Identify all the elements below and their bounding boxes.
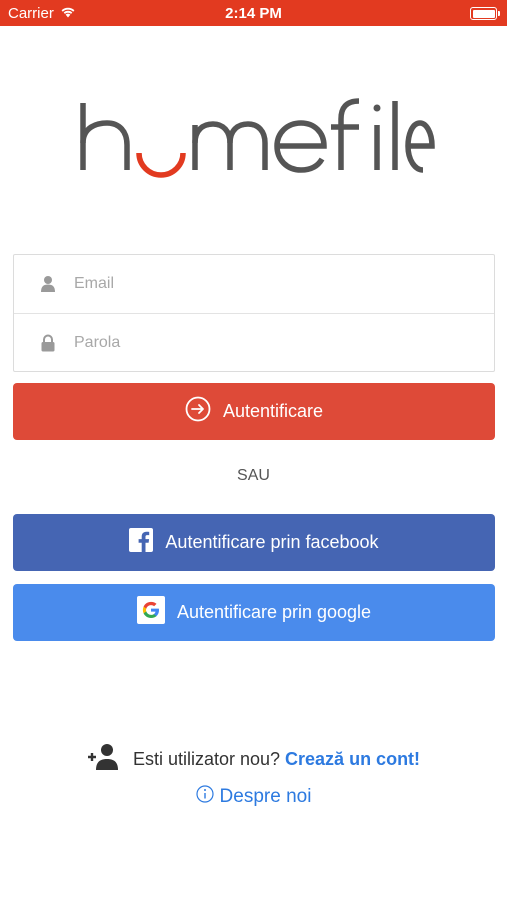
add-user-icon — [87, 743, 123, 776]
google-login-label: Autentificare prin google — [176, 602, 372, 622]
password-field[interactable] — [74, 314, 474, 371]
homefile-logo — [75, 95, 435, 180]
email-field[interactable] — [74, 255, 474, 313]
facebook-icon — [129, 528, 154, 557]
email-field-row — [14, 255, 494, 313]
battery-icon — [470, 7, 500, 20]
status-bar: Carrier 2:14 PM — [0, 0, 507, 26]
password-field-row — [14, 313, 494, 371]
about-link-label: Despre noi — [219, 786, 312, 807]
register-row: Esti utilizator nou? Crează un cont! — [0, 743, 507, 776]
user-icon — [40, 275, 56, 293]
status-time: 2:14 PM — [225, 5, 282, 22]
facebook-login-button[interactable]: Autentificare prin facebook — [13, 514, 495, 571]
status-right — [470, 5, 500, 20]
lock-icon — [40, 334, 56, 352]
google-login-button[interactable]: Autentificare prin google — [13, 584, 495, 641]
facebook-login-label: Autentificare prin facebook — [165, 532, 379, 552]
google-icon — [136, 596, 165, 629]
register-prompt: Esti utilizator nou? — [132, 749, 281, 769]
about-link[interactable]: Despre noi — [0, 785, 507, 809]
login-button[interactable]: Autentificare — [13, 383, 495, 440]
or-separator: SAU — [237, 467, 270, 484]
info-icon — [195, 785, 214, 809]
login-button-label: Autentificare — [222, 401, 324, 421]
register-link[interactable]: Crează un cont! — [285, 749, 420, 769]
login-form — [13, 254, 495, 372]
sign-in-icon — [185, 396, 211, 427]
